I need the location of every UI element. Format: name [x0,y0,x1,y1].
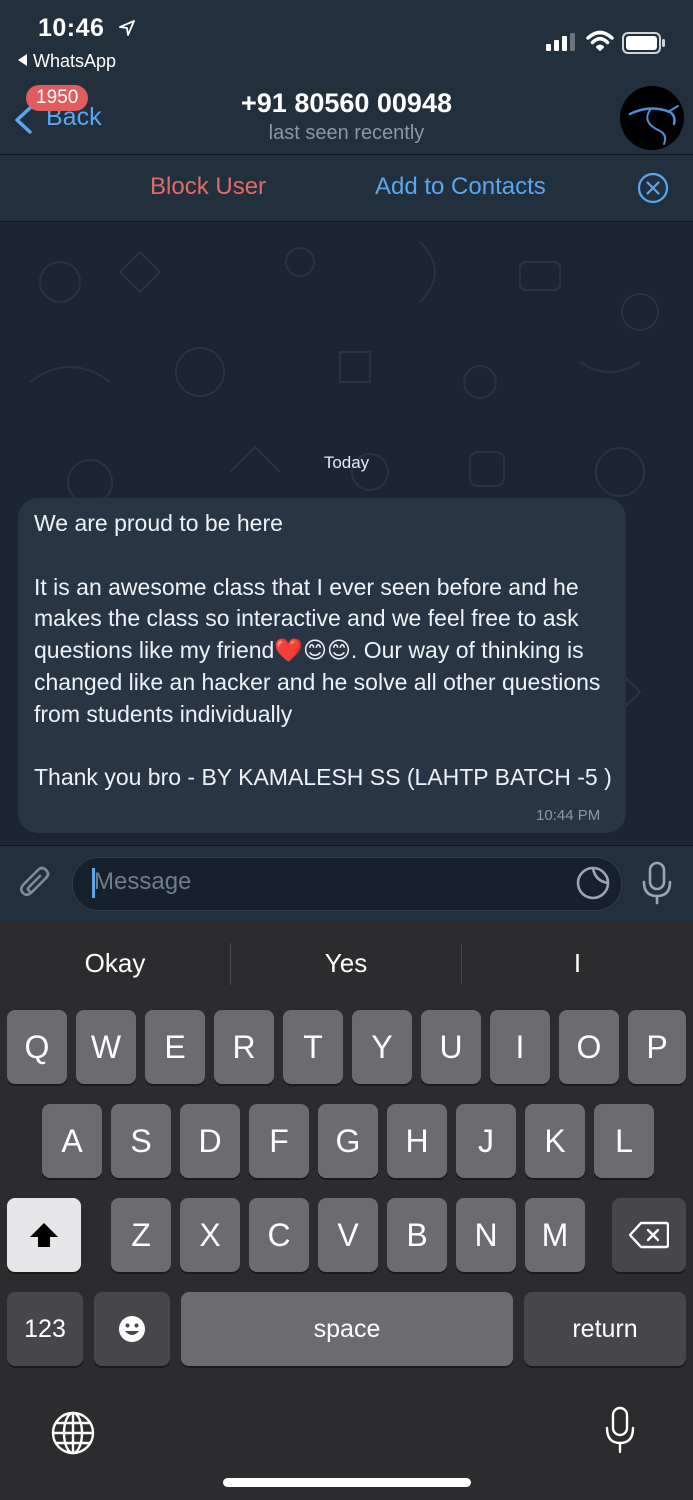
key-p[interactable]: P [628,1010,686,1084]
key-x[interactable]: X [180,1198,240,1272]
key-t[interactable]: T [283,1010,343,1084]
shift-key[interactable] [7,1198,81,1272]
key-z[interactable]: Z [111,1198,171,1272]
key-s[interactable]: S [111,1104,171,1178]
emoji-face-icon [119,1316,145,1342]
key-n[interactable]: N [456,1198,516,1272]
key-b[interactable]: B [387,1198,447,1272]
key-h[interactable]: H [387,1104,447,1178]
key-u[interactable]: U [421,1010,481,1084]
attachment-paperclip-icon[interactable] [16,864,56,904]
key-e[interactable]: E [145,1010,205,1084]
avatar[interactable] [620,86,684,150]
key-y[interactable]: Y [352,1010,412,1084]
dragon-logo-icon [628,105,679,145]
back-to-app-link[interactable]: WhatsApp [18,51,116,72]
home-indicator[interactable] [223,1478,471,1487]
key-v[interactable]: V [318,1198,378,1272]
suggestion-okay[interactable]: Okay [0,948,230,979]
key-l[interactable]: L [594,1104,654,1178]
key-g[interactable]: G [318,1104,378,1178]
contact-action-bar [0,155,693,222]
add-to-contacts-button[interactable]: Add to Contacts [375,173,546,201]
key-j[interactable]: J [456,1104,516,1178]
backspace-icon [629,1221,669,1249]
message-placeholder: Message [94,868,192,895]
battery-icon [622,32,665,54]
space-key[interactable]: space [181,1292,513,1366]
key-k[interactable]: K [525,1104,585,1178]
emoji-key[interactable] [94,1292,170,1366]
message-text: We are proud to be here It is an awesome… [34,510,612,791]
key-f[interactable]: F [249,1104,309,1178]
back-triangle-icon [18,54,27,66]
key-r[interactable]: R [214,1010,274,1084]
contact-title[interactable]: +91 80560 00948 [0,88,693,119]
key-a[interactable]: A [42,1104,102,1178]
sticker-icon[interactable] [575,865,611,901]
date-separator: Today [323,453,370,472]
key-q[interactable]: Q [7,1010,67,1084]
return-key[interactable]: return [524,1292,686,1366]
key-c[interactable]: C [249,1198,309,1272]
dictation-mic-icon[interactable] [602,1405,638,1455]
key-w[interactable]: W [76,1010,136,1084]
numbers-key[interactable]: 123 [7,1292,83,1366]
key-d[interactable]: D [180,1104,240,1178]
suggestion-yes[interactable]: Yes [231,948,461,979]
back-app-label: WhatsApp [33,51,117,71]
message-timestamp: 10:44 PM [536,807,601,824]
wifi-icon [586,30,614,51]
key-o[interactable]: O [559,1010,619,1084]
delete-key[interactable] [612,1198,686,1272]
last-seen-status: last seen recently [268,122,425,144]
globe-icon[interactable] [50,1410,96,1456]
close-circle-icon[interactable] [637,172,669,204]
microphone-icon[interactable] [640,860,674,906]
status-time: 10:46 [38,14,105,42]
shift-arrow-icon [30,1223,58,1247]
suggestion-i[interactable]: I [462,948,693,979]
key-i[interactable]: I [490,1010,550,1084]
block-user-button[interactable]: Block User [150,173,266,201]
cellular-signal-icon [546,33,575,51]
key-m[interactable]: M [525,1198,585,1272]
location-arrow-icon [119,20,135,36]
